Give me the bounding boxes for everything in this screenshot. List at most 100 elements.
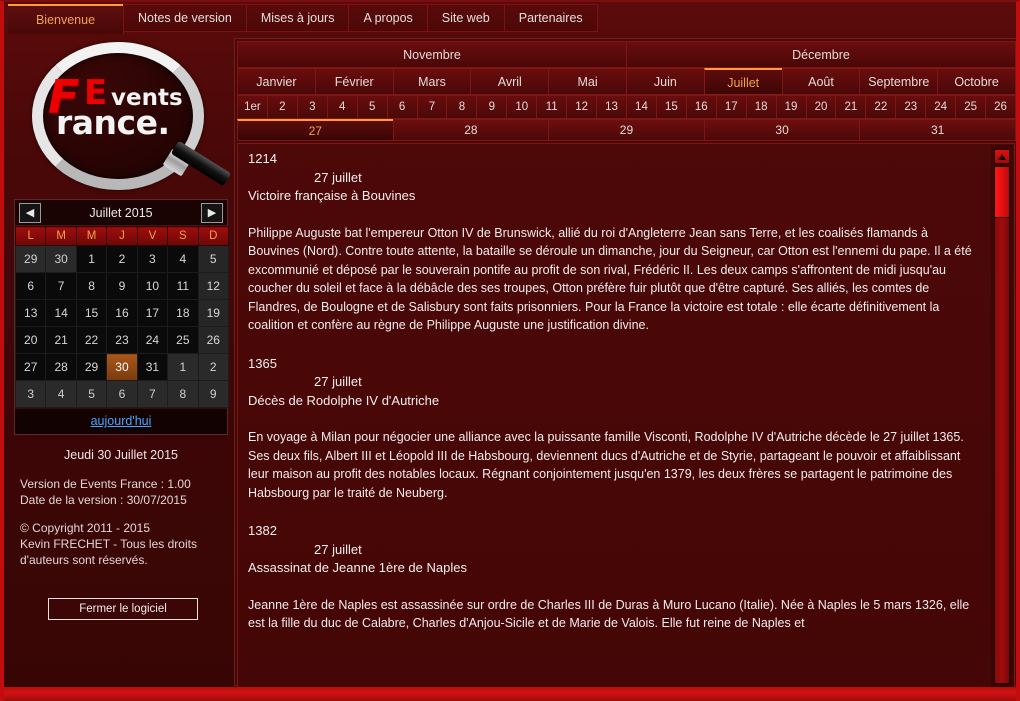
calendar-day[interactable]: 29 bbox=[75, 353, 108, 381]
day-tab-9[interactable]: 9 bbox=[476, 95, 508, 119]
calendar-day[interactable]: 8 bbox=[167, 380, 199, 408]
calendar-day[interactable]: 29 bbox=[14, 245, 47, 273]
calendar-day[interactable]: 9 bbox=[197, 380, 230, 408]
calendar-day[interactable]: 1 bbox=[75, 245, 108, 273]
month-tab-mars[interactable]: Mars bbox=[392, 68, 472, 95]
day-tab-12[interactable]: 12 bbox=[566, 95, 598, 119]
calendar-prev-month-button[interactable]: ◀ bbox=[19, 202, 41, 223]
day-tab-31[interactable]: 31 bbox=[859, 119, 1016, 141]
calendar-day[interactable]: 24 bbox=[136, 326, 169, 354]
calendar-day-selected[interactable]: 30 bbox=[106, 353, 138, 381]
day-tab-20[interactable]: 20 bbox=[805, 95, 837, 119]
calendar-day[interactable]: 27 bbox=[14, 353, 47, 381]
close-application-button[interactable]: Fermer le logiciel bbox=[48, 598, 198, 620]
calendar-day[interactable]: 31 bbox=[136, 353, 169, 381]
day-tab-18[interactable]: 18 bbox=[745, 95, 777, 119]
calendar-day[interactable]: 13 bbox=[14, 299, 47, 327]
tab-site-web[interactable]: Site web bbox=[426, 4, 505, 32]
day-tab-26[interactable]: 26 bbox=[985, 95, 1016, 119]
scrollbar-thumb[interactable] bbox=[994, 166, 1010, 218]
day-tab-30[interactable]: 30 bbox=[703, 119, 861, 141]
month-tab-juillet[interactable]: Juillet bbox=[703, 68, 783, 95]
month-tab-juin[interactable]: Juin bbox=[625, 68, 705, 95]
month-tab-avril[interactable]: Avril bbox=[470, 68, 550, 95]
calendar-day[interactable]: 7 bbox=[136, 380, 169, 408]
day-tab-16[interactable]: 16 bbox=[685, 95, 717, 119]
calendar-day[interactable]: 4 bbox=[45, 380, 77, 408]
day-tab-8[interactable]: 8 bbox=[446, 95, 478, 119]
calendar-day[interactable]: 2 bbox=[106, 245, 138, 273]
calendar-day[interactable]: 8 bbox=[75, 272, 108, 300]
tab-notes-de-version[interactable]: Notes de version bbox=[123, 4, 247, 32]
calendar-day[interactable]: 28 bbox=[45, 353, 77, 381]
today-link[interactable]: aujourd'hui bbox=[91, 414, 152, 428]
day-tab-6[interactable]: 6 bbox=[386, 95, 418, 119]
day-tab-2[interactable]: 2 bbox=[266, 95, 298, 119]
calendar-day[interactable]: 19 bbox=[197, 299, 230, 327]
day-tab-27[interactable]: 27 bbox=[237, 119, 394, 141]
day-tab-22[interactable]: 22 bbox=[865, 95, 897, 119]
calendar-day[interactable]: 7 bbox=[45, 272, 77, 300]
date-picker-calendar[interactable]: ◀ Juillet 2015 ▶ LMMJVSD 29 30 1 2 3 4 5 6 7 8 9 10… bbox=[14, 199, 230, 435]
calendar-day[interactable]: 20 bbox=[14, 326, 47, 354]
day-tab-10[interactable]: 10 bbox=[506, 95, 538, 119]
month-tab-janvier[interactable]: Janvier bbox=[237, 68, 316, 95]
day-tab-24[interactable]: 24 bbox=[925, 95, 957, 119]
calendar-day[interactable]: 14 bbox=[45, 299, 77, 327]
day-tab-19[interactable]: 19 bbox=[775, 95, 807, 119]
calendar-day[interactable]: 18 bbox=[167, 299, 199, 327]
calendar-day[interactable]: 30 bbox=[45, 245, 77, 273]
month-tab-novembre[interactable]: Novembre bbox=[237, 41, 627, 68]
calendar-day[interactable]: 23 bbox=[106, 326, 138, 354]
calendar-day[interactable]: 2 bbox=[197, 353, 230, 381]
day-tab-11[interactable]: 11 bbox=[536, 95, 568, 119]
scroll-up-arrow-icon[interactable] bbox=[994, 149, 1010, 164]
day-tab-4[interactable]: 4 bbox=[326, 95, 358, 119]
calendar-day[interactable]: 12 bbox=[197, 272, 230, 300]
calendar-day[interactable]: 6 bbox=[14, 272, 47, 300]
day-tab-15[interactable]: 15 bbox=[655, 95, 687, 119]
calendar-day[interactable]: 5 bbox=[197, 245, 230, 273]
scrollbar-track[interactable] bbox=[994, 166, 1010, 684]
day-tab-29[interactable]: 29 bbox=[548, 119, 705, 141]
day-tab-5[interactable]: 5 bbox=[356, 95, 388, 119]
month-tab-d-cembre[interactable]: Décembre bbox=[626, 41, 1016, 68]
calendar-day[interactable]: 25 bbox=[167, 326, 199, 354]
calendar-day[interactable]: 11 bbox=[167, 272, 199, 300]
calendar-day[interactable]: 10 bbox=[136, 272, 169, 300]
calendar-day[interactable]: 1 bbox=[167, 353, 199, 381]
day-tab-13[interactable]: 13 bbox=[596, 95, 627, 119]
tab-partenaires[interactable]: Partenaires bbox=[503, 4, 598, 32]
tab-a-propos[interactable]: A propos bbox=[348, 4, 428, 32]
vertical-scrollbar[interactable] bbox=[991, 145, 1013, 701]
day-tab-21[interactable]: 21 bbox=[835, 95, 867, 119]
day-tab-14[interactable]: 14 bbox=[625, 95, 657, 119]
calendar-day[interactable]: 3 bbox=[14, 380, 47, 408]
tab-bienvenue[interactable]: Bienvenue bbox=[8, 4, 124, 34]
day-tab-1er[interactable]: 1er bbox=[237, 95, 268, 119]
calendar-day[interactable]: 9 bbox=[106, 272, 138, 300]
month-tab-septembre[interactable]: Septembre bbox=[859, 68, 939, 95]
calendar-day[interactable]: 22 bbox=[75, 326, 108, 354]
calendar-day[interactable]: 17 bbox=[136, 299, 169, 327]
day-tab-7[interactable]: 7 bbox=[416, 95, 448, 119]
calendar-next-month-button[interactable]: ▶ bbox=[201, 202, 223, 223]
calendar-day[interactable]: 4 bbox=[167, 245, 199, 273]
calendar-day[interactable]: 3 bbox=[136, 245, 169, 273]
month-tab-ao-t[interactable]: Août bbox=[781, 68, 861, 95]
day-tab-28[interactable]: 28 bbox=[392, 119, 550, 141]
month-tab-f-vrier[interactable]: Février bbox=[314, 68, 394, 95]
month-tab-octobre[interactable]: Octobre bbox=[937, 68, 1016, 95]
calendar-day[interactable]: 21 bbox=[45, 326, 77, 354]
day-tab-23[interactable]: 23 bbox=[895, 95, 927, 119]
tab-mises-jours[interactable]: Mises à jours bbox=[245, 4, 350, 32]
day-tab-17[interactable]: 17 bbox=[715, 95, 747, 119]
day-tab-25[interactable]: 25 bbox=[955, 95, 987, 119]
month-tab-mai[interactable]: Mai bbox=[548, 68, 627, 95]
calendar-day[interactable]: 26 bbox=[197, 326, 230, 354]
day-tab-3[interactable]: 3 bbox=[296, 95, 328, 119]
calendar-day[interactable]: 5 bbox=[75, 380, 108, 408]
calendar-day[interactable]: 6 bbox=[106, 380, 138, 408]
calendar-day[interactable]: 16 bbox=[106, 299, 138, 327]
calendar-day[interactable]: 15 bbox=[75, 299, 108, 327]
